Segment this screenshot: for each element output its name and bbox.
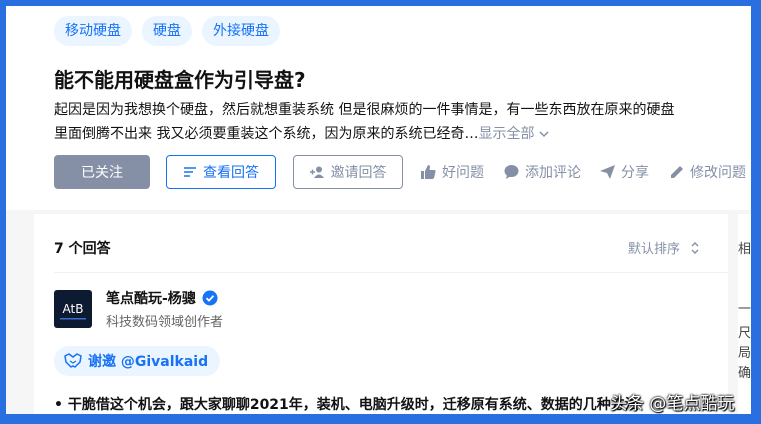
question-actions: 已关注 查看回答 邀请回答 好问题 添加评论 分享 修改问题 (54, 155, 751, 189)
invite-button[interactable]: 邀请回答 (293, 155, 403, 189)
invite-thanks-badge[interactable]: 谢邀 @Givalkaid (54, 346, 221, 376)
follow-label: 已关注 (81, 165, 123, 181)
answer-count: 7 个回答 (54, 241, 111, 257)
logo-icon: AtB (60, 302, 86, 320)
chevron-down-icon (539, 131, 549, 138)
sidebar-char: 局 (738, 346, 751, 361)
handshake-icon (64, 353, 82, 368)
question-header: 移动硬盘 硬盘 外接硬盘 能不能用硬盘盒作为引导盘? 起因是因为我想换个硬盘，然… (6, 6, 751, 210)
avatar-text: AtB (63, 302, 84, 316)
add-comment-label: 添加评论 (525, 165, 581, 181)
sort-label: 默认排序 (627, 242, 680, 257)
good-question-button[interactable]: 好问题 (421, 155, 484, 189)
question-description: 起因是因为我想换个硬盘，然后就想重装系统 但是很麻烦的一件事情是，有一些东西放在… (54, 98, 730, 146)
right-sidebar-edge: 相 一 尺 局 确 (738, 214, 751, 414)
show-all-label: 显示全部 (478, 126, 535, 142)
thanks-text: 谢邀 @Givalkaid (88, 354, 209, 370)
follow-button[interactable]: 已关注 (54, 155, 150, 189)
share-label: 分享 (621, 165, 649, 181)
add-comment-button[interactable]: 添加评论 (504, 155, 581, 189)
add-user-icon (309, 166, 324, 178)
watermark: 头条 @笔点酷玩 (610, 394, 735, 414)
view-answers-label: 查看回答 (203, 165, 259, 181)
send-icon (600, 165, 615, 179)
page-frame: 移动硬盘 硬盘 外接硬盘 能不能用硬盘盒作为引导盘? 起因是因为我想换个硬盘，然… (6, 6, 751, 414)
share-button[interactable]: 分享 (600, 155, 649, 189)
sort-dropdown[interactable]: 默认排序 (628, 238, 700, 257)
topic-tag[interactable]: 移动硬盘 (54, 16, 132, 46)
sort-icon (691, 241, 699, 254)
question-title: 能不能用硬盘盒作为引导盘? (54, 68, 306, 92)
avatar[interactable]: AtB (54, 290, 92, 328)
answers-card: 7 个回答 默认排序 AtB 笔点酷玩-杨骢 科技数码领域创作者 谢邀 @Giv… (34, 214, 728, 414)
thumbs-up-icon (421, 165, 436, 179)
verified-badge-icon (202, 290, 218, 306)
author-bio: 科技数码领域创作者 (106, 315, 224, 330)
answer-excerpt[interactable]: • 干脆借这个机会，跟大家聊聊2021年，装机、电脑升级时，迁移原有系统、数据的… (54, 394, 639, 414)
pencil-icon (671, 166, 683, 178)
topic-tags: 移动硬盘 硬盘 外接硬盘 (54, 16, 280, 46)
sidebar-char: 相 (738, 242, 751, 257)
sidebar-char: 一 (738, 302, 751, 317)
divider (54, 272, 728, 273)
description-line: 起因是因为我想换个硬盘，然后就想重装系统 但是很麻烦的一件事情是，有一些东西放在… (54, 102, 675, 118)
sidebar-char: 尺 (738, 326, 751, 341)
sidebar-char: 确 (738, 366, 751, 381)
list-icon (184, 167, 196, 177)
author-name-text: 笔点酷玩-杨骢 (106, 291, 196, 307)
comment-icon (504, 165, 519, 179)
edit-question-button[interactable]: 修改问题 (670, 155, 746, 189)
edit-question-label: 修改问题 (690, 165, 746, 181)
good-question-label: 好问题 (442, 165, 484, 181)
view-answers-button[interactable]: 查看回答 (166, 155, 276, 189)
topic-tag[interactable]: 外接硬盘 (202, 16, 280, 46)
author-name[interactable]: 笔点酷玩-杨骢 (106, 288, 218, 308)
show-all-link[interactable]: 显示全部 (478, 126, 550, 142)
description-line: 里面倒腾不出来 我又必须要重装这个系统，因为原来的系统已经奇… (54, 126, 479, 142)
topic-tag[interactable]: 硬盘 (142, 16, 192, 46)
invite-label: 邀请回答 (330, 165, 387, 181)
